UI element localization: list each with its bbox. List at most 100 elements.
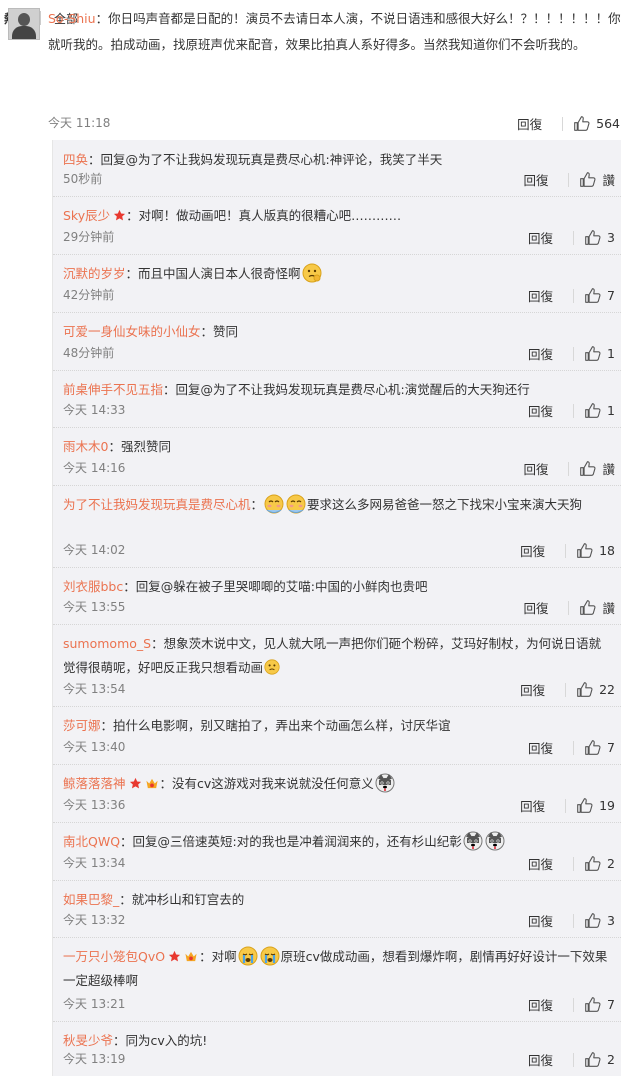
reply-button[interactable]: 回復	[523, 170, 548, 189]
thumbs-up-icon	[585, 740, 601, 755]
reply-button[interactable]: 回復	[528, 738, 553, 757]
like-button[interactable]: 3	[584, 912, 615, 929]
reply-body: ：拍什么电影啊，别又瞎拍了，弄出来个动画怎么样，讨厌华谊	[100, 718, 451, 733]
username-link[interactable]: 一万只小笼包QvO	[63, 949, 165, 964]
reply-button[interactable]: 回復	[528, 995, 553, 1014]
username-link[interactable]: 秋旻少爷	[63, 1033, 113, 1048]
username-link[interactable]: 为了不让我妈发现玩真是费尽心机	[63, 497, 251, 512]
username-link[interactable]: 如果巴黎_	[63, 892, 119, 907]
like-count: 564	[596, 116, 620, 131]
reply-body: ：同为cv入的坑!	[113, 1033, 208, 1048]
reply-item: 沉默的岁岁：而且中国人演日本人很奇怪啊 42分钟前 回復 7	[53, 254, 621, 313]
reply-item: 秋旻少爷：同为cv入的坑! 今天 13:19 回復 2	[53, 1021, 621, 1076]
like-button[interactable]: 2	[584, 1051, 615, 1068]
avatar[interactable]	[8, 8, 40, 40]
reply-button[interactable]: 回復	[528, 286, 553, 305]
timestamp: 今天 11:18	[48, 116, 111, 130]
like-button[interactable]: 讚	[579, 459, 615, 478]
like-button[interactable]: 19	[576, 797, 615, 814]
username-link[interactable]: 四奂	[63, 152, 88, 167]
reply-item: Sky辰少 ：对啊！做动画吧！真人版真的很糟心吧………… 29分钟前 回復 3	[53, 196, 621, 255]
tab-divider	[40, 11, 41, 25]
like-button[interactable]: 22	[576, 681, 615, 698]
thumbs-up-icon	[585, 346, 601, 361]
like-button[interactable]: 18	[576, 542, 615, 559]
vip-badge-icon[interactable]	[144, 777, 160, 790]
think-emoji-icon	[302, 263, 322, 283]
username-link[interactable]: sumomomo_S	[63, 636, 151, 651]
username-link[interactable]: 可爱一身仙女味的小仙女	[63, 324, 201, 339]
main-comment-text: So-Shiu：你日吗声音都是日配的！演员不去请日本人演，不说日语违和感很大好么…	[48, 6, 622, 58]
like-button[interactable]: 3	[584, 229, 615, 246]
thumbs-up-icon	[585, 997, 601, 1012]
like-button[interactable]: 564	[573, 115, 620, 132]
thumbs-up-icon	[577, 682, 593, 697]
like-count: 22	[599, 682, 615, 697]
reply-actions: 回復 7	[528, 738, 615, 757]
reply-button[interactable]: 回復	[523, 598, 548, 617]
username-link[interactable]: 鲸落落落神	[63, 776, 126, 791]
reply-text: sumomomo_S：想象茨木说中文，见人就大吼一声把你们砸个粉碎，艾玛好制杖，…	[63, 632, 611, 680]
like-count: 1	[607, 346, 615, 361]
reply-text: 四奂：回复@为了不让我妈发现玩真是费尽心机:神评论，我笑了半天	[63, 148, 611, 172]
shy-emoji-icon	[286, 494, 306, 514]
timestamp: 今天 13:40	[63, 740, 126, 754]
reply-text: Sky辰少 ：对啊！做动画吧！真人版真的很糟心吧…………	[63, 204, 611, 228]
reply-body: ：而且中国人演日本人很奇怪啊	[125, 266, 301, 281]
reply-button[interactable]: 回復	[528, 228, 553, 247]
cry-emoji-icon	[260, 946, 280, 966]
username-link[interactable]: 前桌伸手不见五指	[63, 382, 163, 397]
reply-body: ：回复@为了不让我妈发现玩真是费尽心机:神评论，我笑了半天	[88, 152, 443, 167]
reply-body: ：没有cv这游戏对我来说就没任何意义	[159, 776, 374, 791]
like-button[interactable]: 7	[584, 996, 615, 1013]
like-count: 3	[607, 913, 615, 928]
reply-item: sumomomo_S：想象茨木说中文，见人就大吼一声把你们砸个粉碎，艾玛好制杖，…	[53, 624, 621, 707]
thumbs-up-icon	[577, 798, 593, 813]
reply-text: 刘衣服bbc：回复@躲在被子里哭唧唧的艾喵:中国的小鲜肉也贵吧	[63, 575, 611, 599]
username-link[interactable]: So-Shiu	[48, 11, 96, 26]
reply-actions: 回復 2	[528, 854, 615, 873]
username-link[interactable]: 沉默的岁岁	[63, 266, 126, 281]
like-button[interactable]: 2	[584, 855, 615, 872]
reply-item: 莎可娜：拍什么电影啊，别又瞎拍了，弄出来个动画怎么样，讨厌华谊今天 13:40 回…	[53, 706, 621, 765]
reply-body: 要求这么多网易爸爸一怒之下找宋小宝来演大天狗	[307, 497, 583, 512]
reply-text: 莎可娜：拍什么电影啊，别又瞎拍了，弄出来个动画怎么样，讨厌华谊	[63, 714, 611, 738]
vip-badge-icon[interactable]	[183, 950, 199, 963]
reply-text: 一万只小笼包QvO ：对啊 原班cv做成动画，想看到爆炸啊，剧情再好好设计一下效果一…	[63, 945, 611, 993]
reply-button[interactable]: 回復	[528, 401, 553, 420]
reply-button[interactable]: 回復	[528, 344, 553, 363]
reply-actions: 回復 19	[520, 796, 615, 815]
username-link[interactable]: 刘衣服bbc	[63, 579, 123, 594]
reply-button[interactable]: 回復	[520, 541, 545, 560]
thumbs-up-icon	[580, 461, 596, 476]
reply-button[interactable]: 回復	[517, 114, 542, 133]
reply-body: ：回复@为了不让我妈发现玩真是费尽心机:演觉醒后的大天狗还行	[163, 382, 530, 397]
like-button[interactable]: 7	[584, 287, 615, 304]
username-link[interactable]: 南北QWQ	[63, 834, 120, 849]
timestamp: 今天 13:54	[63, 682, 126, 696]
like-count: 1	[607, 403, 615, 418]
like-button[interactable]: 7	[584, 739, 615, 756]
like-button[interactable]: 1	[584, 402, 615, 419]
reply-button[interactable]: 回復	[520, 796, 545, 815]
timestamp: 今天 13:19	[63, 1052, 126, 1066]
star-badge-icon[interactable]	[168, 950, 181, 963]
reply-button[interactable]: 回復	[528, 1050, 553, 1069]
reply-button[interactable]: 回復	[528, 911, 553, 930]
like-button[interactable]: 讚	[579, 598, 615, 617]
reply-button[interactable]: 回復	[520, 680, 545, 699]
username-link[interactable]: 雨木木0	[63, 439, 108, 454]
reply-button[interactable]: 回復	[523, 459, 548, 478]
reply-text: 鲸落落落神 ：没有cv这游戏对我来说就没任何意义	[63, 772, 611, 796]
star-badge-icon[interactable]	[129, 777, 142, 790]
reply-button[interactable]: 回復	[528, 854, 553, 873]
reply-body: ：赞同	[200, 324, 239, 339]
like-button[interactable]: 讚	[579, 170, 615, 189]
timestamp: 今天 14:16	[63, 461, 126, 475]
star-badge-icon[interactable]	[113, 209, 126, 222]
like-button[interactable]: 1	[584, 345, 615, 362]
reply-text: 沉默的岁岁：而且中国人演日本人很奇怪啊	[63, 262, 611, 286]
username-link[interactable]: Sky辰少	[63, 208, 110, 223]
username-link[interactable]: 莎可娜	[63, 718, 101, 733]
thumbs-up-icon	[585, 288, 601, 303]
